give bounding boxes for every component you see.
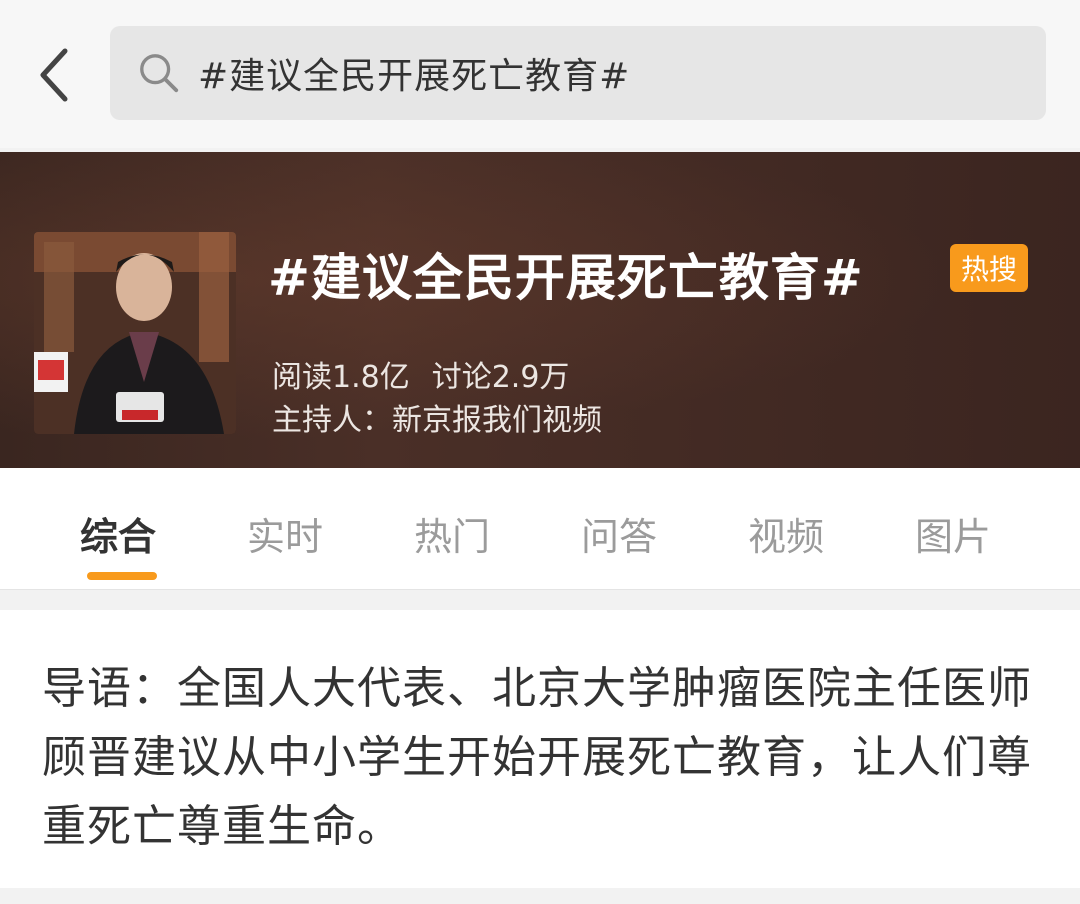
active-tab-indicator (87, 572, 157, 580)
top-bar: #建议全民开展死亡教育# (0, 0, 1080, 148)
search-icon (136, 50, 182, 96)
topic-page: #建议全民开展死亡教育# #建议全民开展死亡教育# 热搜 阅读1.8亿 讨论2.… (0, 0, 1080, 904)
tab-video[interactable]: 视频 (748, 506, 824, 559)
topic-title: #建议全民开展死亡教育# (268, 249, 864, 307)
tab-realtime[interactable]: 实时 (247, 506, 323, 559)
topic-host[interactable]: 主持人：新京报我们视频 (272, 395, 602, 439)
search-query: #建议全民开展死亡教育# (198, 56, 631, 97)
topic-banner: #建议全民开展死亡教育# 热搜 阅读1.8亿 讨论2.9万 主持人：新京报我们视频 (0, 152, 1080, 468)
tab-qa[interactable]: 问答 (581, 506, 657, 559)
topic-intro-text: 导语：全国人大代表、北京大学肿瘤医院主任医师顾晋建议从中小学生开始开展死亡教育，… (42, 663, 1032, 852)
topic-thumbnail[interactable] (34, 232, 236, 434)
discussion-count: 讨论2.9万 (431, 360, 570, 395)
chevron-left-icon (40, 48, 68, 102)
topic-intro-card: 导语：全国人大代表、北京大学肿瘤医院主任医师顾晋建议从中小学生开始开展死亡教育，… (0, 610, 1080, 888)
back-button[interactable] (30, 40, 80, 110)
topic-stats: 阅读1.8亿 讨论2.9万 (272, 352, 569, 396)
tab-comprehensive[interactable]: 综合 (80, 506, 156, 559)
hot-search-badge: 热搜 (950, 244, 1028, 292)
tab-bar: 综合 实时 热门 问答 视频 图片 (0, 468, 1080, 590)
tab-images[interactable]: 图片 (915, 506, 991, 559)
search-input[interactable]: #建议全民开展死亡教育# (110, 26, 1046, 120)
read-count: 阅读1.8亿 (272, 360, 410, 395)
tab-popular[interactable]: 热门 (414, 506, 490, 559)
